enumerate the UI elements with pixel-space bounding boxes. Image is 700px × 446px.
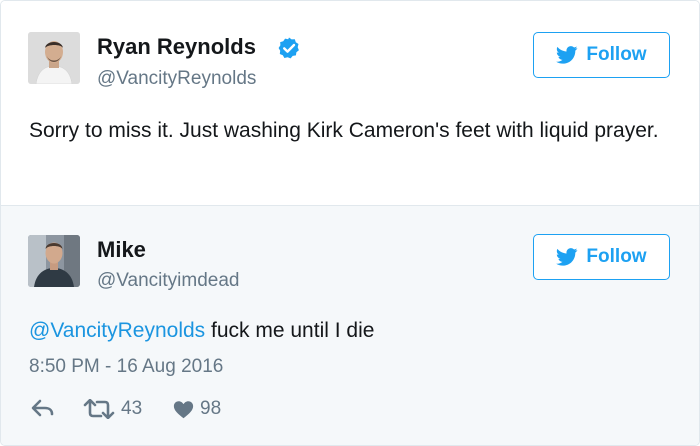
reply-follow-button-label: Follow: [586, 246, 647, 267]
follow-button[interactable]: Follow: [533, 32, 670, 78]
avatar-ryan-reynolds[interactable]: [28, 32, 80, 84]
reply-author-display-name[interactable]: Mike: [97, 237, 146, 263]
twitter-bird-icon: [556, 248, 578, 266]
reply-action[interactable]: [31, 399, 55, 417]
reply-author-handle[interactable]: @Vancityimdead: [97, 270, 240, 292]
tweet-timestamp[interactable]: 8:50 PM - 16 Aug 2016: [29, 356, 223, 378]
mention-link[interactable]: @VancityReynolds: [29, 319, 205, 342]
author-display-name[interactable]: Ryan Reynolds: [97, 34, 256, 60]
main-tweet: Ryan Reynolds @VancityReynolds Follow So…: [1, 1, 699, 205]
heart-icon: [173, 400, 194, 418]
retweet-icon: [83, 399, 115, 419]
tweet-embed-card: Ryan Reynolds @VancityReynolds Follow So…: [0, 0, 700, 446]
reply-tweet: Mike @Vancityimdead Follow @VancityReyno…: [1, 205, 699, 445]
tweet-text: Sorry to miss it. Just washing Kirk Came…: [29, 119, 659, 142]
follow-button-label: Follow: [586, 44, 647, 65]
like-count: 98: [200, 398, 222, 419]
verified-badge-icon: [278, 37, 299, 59]
avatar-mike[interactable]: [28, 235, 80, 287]
retweet-count: 43: [121, 398, 143, 419]
reply-tweet-text: @VancityReynolds fuck me until I die: [29, 315, 679, 346]
reply-follow-button[interactable]: Follow: [533, 234, 670, 280]
twitter-bird-icon: [556, 46, 578, 64]
retweet-action[interactable]: 43: [83, 398, 142, 420]
like-action[interactable]: 98: [173, 398, 221, 420]
reply-icon: [31, 399, 54, 417]
reply-body-text: fuck me until I die: [205, 319, 375, 342]
author-handle[interactable]: @VancityReynolds: [97, 68, 256, 90]
